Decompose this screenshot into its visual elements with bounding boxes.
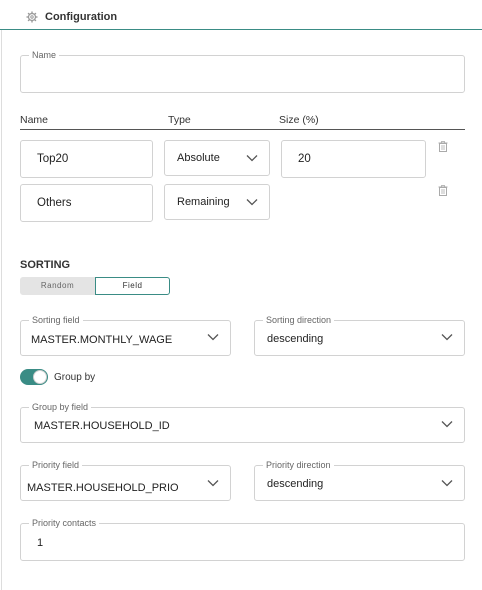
group-by-field-label: Group by field [29,401,92,413]
page-title: Configuration [45,11,118,23]
sorting-mode-toggle: Random Field [20,277,170,295]
group-size-input[interactable]: 20 [281,140,426,178]
sorting-field-label: Sorting field [29,314,83,326]
chevron-down-icon [207,480,219,487]
name-field[interactable]: Name [20,49,465,93]
chevron-down-icon [441,334,453,341]
panel-left-border [1,30,2,590]
chevron-down-icon [441,421,453,428]
table-header-divider [20,129,465,130]
trash-icon[interactable] [438,141,448,152]
group-name-input[interactable]: Others [20,184,153,222]
sorting-direction-label: Sorting direction [263,314,335,326]
priority-direction-value: descending [267,478,324,490]
priority-contacts-value: 1 [37,537,44,549]
group-name-input[interactable]: Top20 [20,140,153,178]
sorting-direction-select[interactable]: Sorting direction descending [254,314,465,356]
priority-direction-label: Priority direction [263,459,334,471]
priority-field-value: MASTER.HOUSEHOLD_PRIO [27,482,179,494]
trash-icon[interactable] [438,185,448,196]
sorting-section-title: SORTING [20,259,71,271]
priority-contacts-label: Priority contacts [29,517,100,529]
group-size-value: 20 [298,153,311,165]
priority-direction-select[interactable]: Priority direction descending [254,459,465,501]
sorting-direction-value: descending [267,333,324,345]
configuration-header: Configuration [0,0,482,30]
group-type-value: Remaining [177,196,230,208]
group-name-value: Top20 [37,153,69,165]
sorting-field-select[interactable]: Sorting field MASTER.MONTHLY_WAGE [20,314,231,356]
sorting-mode-field[interactable]: Field [95,277,170,295]
sorting-field-value: MASTER.MONTHLY_WAGE [31,334,173,346]
group-by-label: Group by [54,372,96,383]
chevron-down-icon [441,480,453,487]
column-header-size: Size (%) [279,114,319,126]
column-header-name: Name [20,114,49,126]
group-name-value: Others [37,197,72,209]
group-by-field-select[interactable]: Group by field MASTER.HOUSEHOLD_ID [20,401,465,443]
priority-contacts-input[interactable]: Priority contacts 1 [20,517,465,561]
priority-field-select[interactable]: Priority field MASTER.HOUSEHOLD_PRIO [20,459,231,501]
toggle-knob [33,370,47,384]
gear-icon [26,11,38,23]
group-type-select[interactable]: Absolute [164,140,270,176]
group-type-select[interactable]: Remaining [164,184,270,220]
group-type-value: Absolute [177,152,220,164]
column-header-type: Type [168,114,191,126]
priority-field-label: Priority field [29,459,83,471]
group-by-toggle[interactable] [20,369,48,385]
name-field-label: Name [29,49,60,61]
chevron-down-icon [207,334,219,341]
chevron-down-icon [246,199,258,206]
group-by-field-value: MASTER.HOUSEHOLD_ID [34,420,170,432]
chevron-down-icon [246,155,258,162]
sorting-mode-random[interactable]: Random [20,277,95,295]
